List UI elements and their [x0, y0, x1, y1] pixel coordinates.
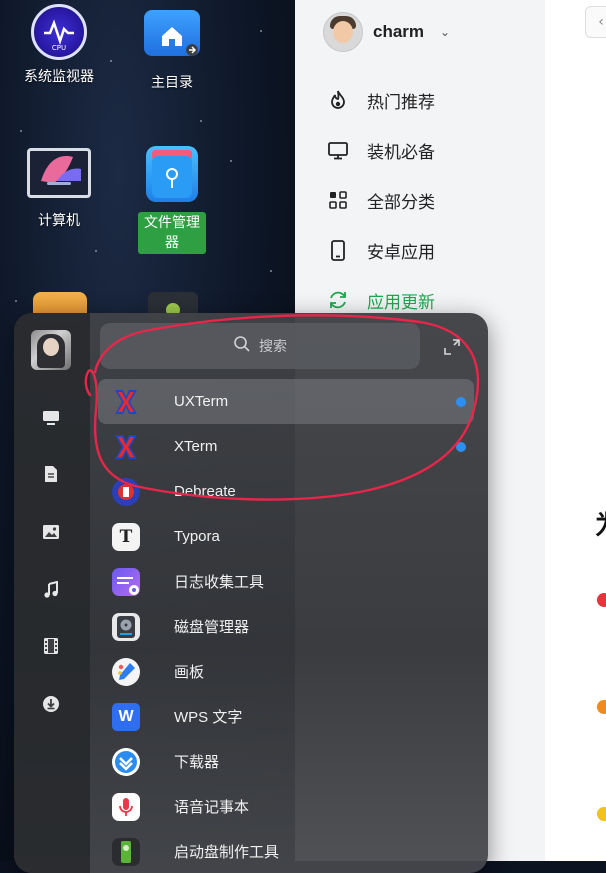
- xterm-icon: [112, 433, 140, 461]
- rank-badge-1: [597, 593, 606, 607]
- svg-text:CPU: CPU: [52, 44, 66, 52]
- rank-badge-3: [597, 807, 606, 821]
- fullscreen-toggle-icon[interactable]: [442, 337, 462, 357]
- voice-notes-icon: [112, 792, 140, 821]
- disk-manager-icon: [112, 612, 140, 641]
- app-launcher: 搜索 UXTerm XTerm Debreate T Typora 日志收集工具…: [14, 313, 488, 873]
- image-icon[interactable]: [40, 521, 62, 543]
- store-nav: 热门推荐 装机必备 全部分类 安卓应用 应用更新: [325, 75, 435, 325]
- file-manager-icon: [146, 146, 198, 202]
- new-app-indicator: [456, 397, 466, 407]
- app-item-downloader[interactable]: 下载器: [98, 739, 474, 784]
- user-menu[interactable]: charm ⌄: [323, 12, 450, 52]
- user-avatar[interactable]: [31, 330, 71, 370]
- search-icon: [233, 335, 251, 357]
- nav-item-label: 装机必备: [367, 142, 435, 163]
- app-item-debreate[interactable]: Debreate: [98, 469, 474, 514]
- system-monitor-icon: CPU: [31, 4, 87, 60]
- app-name: 下载器: [174, 754, 220, 771]
- debreate-icon: [112, 477, 140, 506]
- back-button[interactable]: ‹: [585, 6, 606, 38]
- refresh-icon: [325, 287, 351, 313]
- log-collector-icon: [112, 567, 140, 596]
- app-item-boot-maker[interactable]: 启动盘制作工具: [98, 829, 474, 873]
- monitor-icon: [325, 137, 351, 163]
- chevron-left-icon: ‹: [598, 14, 604, 30]
- typora-glyph: T: [119, 526, 133, 547]
- desktop-icon-label: 主目录: [151, 75, 193, 91]
- app-item-log-collector[interactable]: 日志收集工具: [98, 559, 474, 604]
- desktop-icon-home[interactable]: 主目录: [117, 4, 227, 94]
- nav-item-hot[interactable]: 热门推荐: [325, 75, 435, 125]
- app-name: 启动盘制作工具: [174, 844, 280, 861]
- wps-glyph: W: [118, 707, 134, 725]
- desktop-icon-file-manager[interactable]: 文件管理器: [117, 146, 227, 254]
- search-input[interactable]: 搜索: [100, 323, 420, 369]
- desktop-icon-system-monitor[interactable]: CPU 系统监视器: [4, 4, 114, 88]
- app-name: 语音记事本: [174, 799, 250, 816]
- nav-item-label: 热门推荐: [367, 92, 435, 113]
- username: charm: [373, 22, 425, 41]
- app-store-main: ‹ 为: [545, 0, 606, 861]
- grid-icon: [325, 187, 351, 213]
- desktop-icon-label-text: 文件管理器: [144, 215, 200, 251]
- app-name: Debreate: [174, 483, 236, 500]
- monitor-icon[interactable]: [40, 407, 62, 429]
- chevron-down-icon[interactable]: ⌄: [440, 25, 450, 39]
- desktop-icon-label: 系统监视器: [24, 69, 94, 85]
- computer-icon: [27, 148, 91, 198]
- phone-icon: [325, 237, 351, 263]
- app-name: 磁盘管理器: [174, 619, 250, 636]
- desktop-icon-label: 文件管理器: [138, 212, 206, 254]
- desktop-icon-computer[interactable]: 计算机: [4, 148, 114, 232]
- app-list: UXTerm XTerm Debreate T Typora 日志收集工具 磁盘…: [98, 379, 474, 873]
- xterm-icon: [112, 388, 140, 416]
- app-name: 画板: [174, 664, 205, 681]
- app-name: 日志收集工具: [174, 574, 265, 591]
- avatar: [323, 12, 363, 52]
- app-item-drawing-board[interactable]: 画板: [98, 649, 474, 694]
- document-icon[interactable]: [40, 463, 62, 485]
- nav-item-label: 安卓应用: [367, 242, 435, 263]
- app-item-wps-writer[interactable]: W WPS 文字: [98, 694, 474, 739]
- fire-icon: [325, 87, 351, 113]
- downloader-icon: [112, 747, 140, 776]
- nav-item-label: 应用更新: [367, 292, 435, 313]
- app-item-xterm[interactable]: XTerm: [98, 424, 474, 469]
- wps-writer-icon: W: [112, 702, 140, 731]
- app-item-typora[interactable]: T Typora: [98, 514, 474, 559]
- nav-item-essentials[interactable]: 装机必备: [325, 125, 435, 175]
- app-name: UXTerm: [174, 393, 229, 410]
- app-name: WPS 文字: [174, 709, 243, 726]
- app-name: Typora: [174, 528, 220, 545]
- music-icon[interactable]: [40, 579, 62, 601]
- drawing-board-icon: [112, 657, 140, 686]
- app-item-disk-manager[interactable]: 磁盘管理器: [98, 604, 474, 649]
- app-name: XTerm: [174, 438, 218, 455]
- launcher-category-bar: [14, 313, 90, 873]
- rank-badge-2: [597, 700, 606, 714]
- nav-item-label: 全部分类: [367, 192, 435, 213]
- app-item-voice-notes[interactable]: 语音记事本: [98, 784, 474, 829]
- app-item-uxterm[interactable]: UXTerm: [98, 379, 474, 424]
- download-icon[interactable]: [40, 693, 62, 715]
- desktop-icon-label: 计算机: [38, 213, 80, 229]
- search-placeholder: 搜索: [259, 339, 287, 355]
- nav-item-categories[interactable]: 全部分类: [325, 175, 435, 225]
- film-icon[interactable]: [40, 635, 62, 657]
- home-folder-icon: [144, 10, 200, 56]
- new-app-indicator: [456, 442, 466, 452]
- section-heading: 为: [595, 505, 606, 542]
- nav-item-android[interactable]: 安卓应用: [325, 225, 435, 275]
- boot-maker-icon: [112, 837, 140, 866]
- typora-icon: T: [112, 522, 140, 551]
